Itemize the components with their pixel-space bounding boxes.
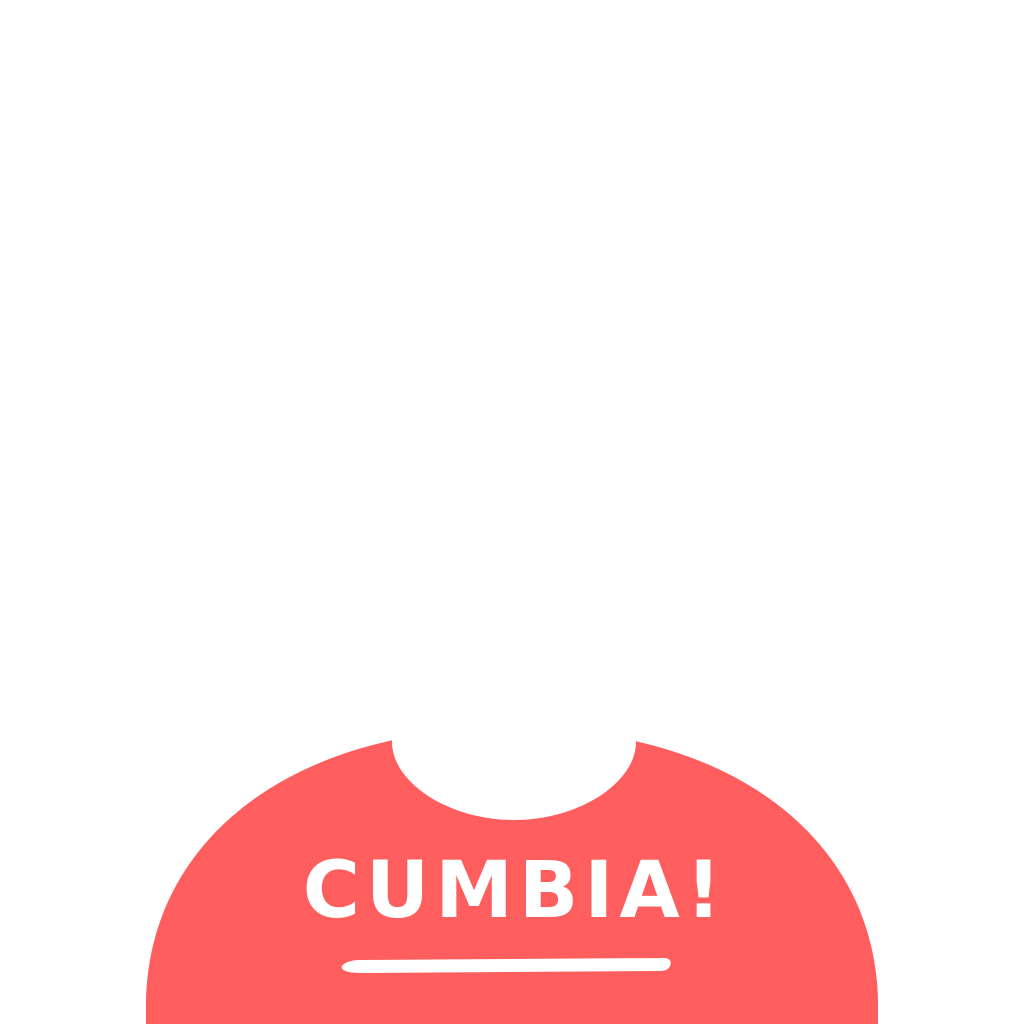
shirt-slogan: CUMBIA! <box>302 846 728 936</box>
canvas: CUMBIA! <box>0 0 1024 1024</box>
text-underline <box>341 958 671 973</box>
